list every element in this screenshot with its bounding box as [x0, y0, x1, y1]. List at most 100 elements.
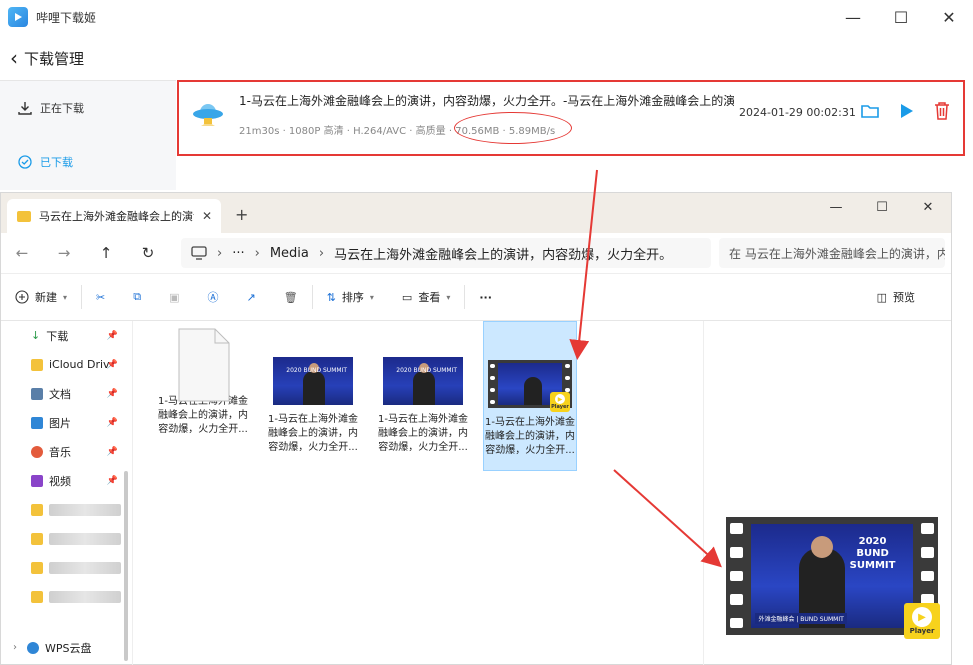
music-icon	[31, 445, 43, 458]
app-titlebar: 哔哩下载姬 — ☐ ✕	[0, 0, 973, 34]
explorer-tab[interactable]: 马云在上海外滩金融峰会上的演讲，内容劲爆，火力全开。 ✕	[7, 199, 221, 233]
preview-thumb-text: 2020 BUND SUMMIT	[849, 536, 896, 572]
file-item[interactable]: 1-马云在上海外滩金融峰会上的演讲，内容劲爆，火力全开...	[156, 327, 250, 467]
download-item-card[interactable]: 1-马云在上海外滩金融峰会上的演讲，内容劲爆，火力全开。-马云在上海外滩金融峰会…	[177, 80, 965, 156]
nav-item-pictures[interactable]: 图片 📌	[1, 408, 132, 437]
pin-icon: 📌	[106, 388, 118, 399]
paste-icon: ▣	[169, 290, 180, 304]
refresh-icon[interactable]: ↻	[127, 244, 169, 262]
new-label: 新建	[35, 291, 57, 304]
trash-icon	[935, 102, 949, 120]
nav-item-blurred[interactable]	[1, 582, 132, 611]
sort-label: 排序	[341, 291, 364, 304]
video-icon	[31, 474, 43, 487]
app-title: 哔哩下载姬	[36, 10, 97, 25]
new-tab-button[interactable]: +	[235, 205, 248, 224]
nav-label: iCloud Driv	[49, 358, 110, 371]
play-icon: ▶	[555, 394, 565, 404]
monitor-icon	[191, 246, 207, 260]
back-arrow-icon[interactable]: ‹	[10, 48, 18, 68]
folder-icon	[31, 561, 43, 574]
scissors-icon: ✂	[96, 290, 106, 304]
nav-item-blurred[interactable]	[1, 495, 132, 524]
nav-label: 视频	[49, 474, 71, 488]
folder-icon	[31, 532, 43, 545]
back-arrow-icon[interactable]: ←	[1, 244, 43, 262]
close-button[interactable]: ✕	[925, 0, 973, 34]
file-name: 1-马云在上海外滩金融峰会上的演讲，内容劲爆，火力全开...	[485, 417, 575, 456]
preview-caption: 外滩金融峰会 | BUND SUMMIT	[755, 612, 847, 624]
explorer-maximize-button[interactable]: ☐	[859, 193, 905, 221]
explorer-toolbar: 新建 ▾ ✂ ⧉ ▣ Ⓐ ↗ 🗑 ⇅ 排序 ▾ ▭ 查看 ▾ ··· ◫ 预览	[1, 273, 951, 321]
file-item[interactable]: 2020 BUND SUMMIT 1-马云在上海外滩金融峰会上的演讲，内容劲爆，…	[266, 327, 360, 467]
forward-arrow-icon[interactable]: →	[43, 244, 85, 262]
nav-item-blurred[interactable]	[1, 524, 132, 553]
player-label: Player	[551, 404, 569, 410]
blurred-label	[49, 590, 121, 603]
nav-item-icloud[interactable]: iCloud Driv 📌	[1, 350, 132, 379]
view-button[interactable]: ▭ 查看 ▾	[388, 289, 464, 305]
blank-file-icon	[163, 327, 243, 402]
player-badge: ▶ Player	[904, 603, 940, 639]
close-tab-button[interactable]: ✕	[202, 209, 212, 223]
nav-item-wps[interactable]: › WPS云盘	[1, 633, 92, 662]
new-button[interactable]: 新建 ▾	[1, 289, 81, 305]
breadcrumb-separator: ›	[318, 245, 325, 261]
plus-circle-icon	[15, 290, 29, 304]
sidebar-item-downloading[interactable]: 正在下载	[0, 81, 176, 135]
check-circle-icon	[16, 153, 34, 171]
folder-icon	[31, 590, 43, 603]
file-item-selected[interactable]: ▶ Player 1-马云在上海外滩金融峰会上的演讲，内容劲爆，火力全开...	[483, 321, 577, 471]
file-name: 1-马云在上海外滩金融峰会上的演讲，内容劲爆，火力全开...	[378, 414, 468, 453]
chevron-right-icon: ›	[13, 642, 17, 653]
copy-button[interactable]: ⧉	[119, 290, 155, 304]
ufo-icon	[191, 96, 225, 132]
nav-label: 图片	[49, 416, 71, 430]
minimize-button[interactable]: —	[829, 0, 877, 34]
cut-button[interactable]: ✂	[82, 291, 119, 304]
thumb-text: 2020 BUND SUMMIT	[286, 367, 347, 374]
rename-button[interactable]: Ⓐ	[194, 289, 233, 305]
app-logo-icon	[8, 7, 28, 27]
chevron-down-icon: ▾	[63, 292, 68, 302]
nav-item-videos[interactable]: 视频 📌	[1, 466, 132, 495]
breadcrumb-separator: ›	[217, 245, 223, 261]
file-explorer-window: 马云在上海外滩金融峰会上的演讲，内容劲爆，火力全开。 ✕ + — ☐ ✕ ← →…	[0, 192, 952, 665]
explorer-minimize-button[interactable]: —	[813, 193, 859, 221]
sort-button[interactable]: ⇅ 排序 ▾	[313, 289, 388, 305]
film-thumbnail: ▶ Player	[488, 360, 572, 412]
download-icon: ↓	[31, 329, 41, 342]
breadcrumb-folder[interactable]: 马云在上海外滩金融峰会上的演讲，内容劲爆，火力全开。	[334, 244, 672, 263]
delete-button[interactable]	[931, 100, 953, 122]
address-input[interactable]: › ··· › Media › 马云在上海外滩金融峰会上的演讲，内容劲爆，火力全…	[181, 238, 711, 268]
trash-icon: 🗑	[283, 290, 298, 304]
sidebar-item-downloaded[interactable]: 已下载	[0, 135, 176, 189]
nav-item-music[interactable]: 音乐 📌	[1, 437, 132, 466]
folder-icon	[31, 358, 43, 371]
explorer-close-button[interactable]: ✕	[905, 193, 951, 221]
file-name: 1-马云在上海外滩金融峰会上的演讲，内容劲爆，火力全开...	[268, 414, 358, 453]
copy-icon: ⧉	[133, 290, 142, 303]
nav-item-downloads[interactable]: ↓ 下载 📌	[1, 321, 132, 350]
preview-button[interactable]: ◫ 预览	[863, 289, 929, 305]
open-folder-button[interactable]	[859, 100, 881, 122]
play-button[interactable]	[895, 100, 917, 122]
chevron-down-icon: ▾	[446, 292, 451, 302]
nav-scrollbar[interactable]	[124, 471, 128, 661]
more-options-button[interactable]: ···	[465, 291, 506, 304]
breadcrumb-media[interactable]: Media	[270, 246, 309, 261]
player-badge: ▶ Player	[550, 392, 570, 412]
file-item[interactable]: 2020 BUND SUMMIT 1-马云在上海外滩金融峰会上的演讲，内容劲爆，…	[376, 327, 470, 467]
search-input[interactable]: 在 马云在上海外滩金融峰会上的演讲，内容劲爆，火力全开。 中搜索	[719, 238, 945, 268]
sidebar-item-label: 正在下载	[40, 102, 84, 115]
nav-item-documents[interactable]: 文档 📌	[1, 379, 132, 408]
share-button[interactable]: ↗	[233, 291, 270, 304]
breadcrumb-more[interactable]: ···	[232, 246, 244, 261]
cloud-icon	[27, 641, 39, 654]
maximize-button[interactable]: ☐	[877, 0, 925, 34]
nav-item-blurred[interactable]	[1, 553, 132, 582]
up-arrow-icon[interactable]: ↑	[85, 244, 127, 262]
large-video-preview: 2020 BUND SUMMIT 外滩金融峰会 | BUND SUMMIT ▶ …	[726, 517, 940, 639]
paste-button[interactable]: ▣	[155, 291, 193, 304]
delete-button[interactable]: 🗑	[270, 291, 312, 304]
